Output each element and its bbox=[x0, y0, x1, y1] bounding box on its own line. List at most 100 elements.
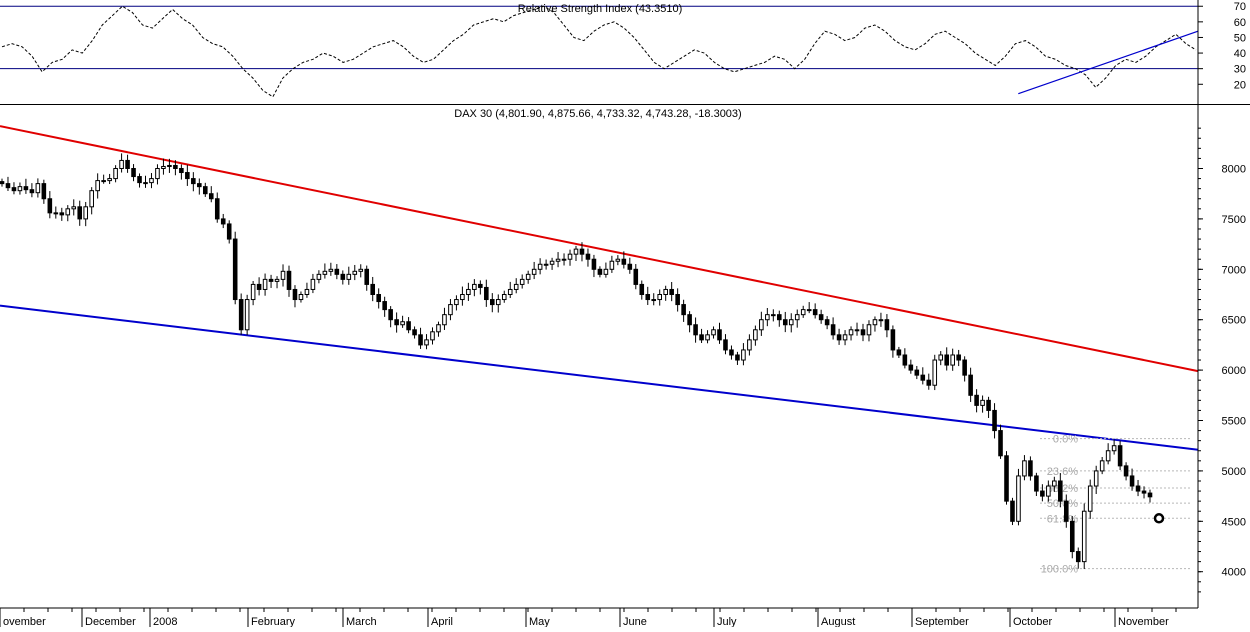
candlestick bbox=[149, 173, 154, 189]
candlestick bbox=[226, 220, 232, 244]
candlestick bbox=[59, 207, 65, 221]
candlestick bbox=[1099, 456, 1105, 475]
x-tick-label: October bbox=[1013, 616, 1052, 627]
candle-body-down bbox=[908, 364, 914, 371]
candlestick bbox=[83, 201, 89, 227]
candle-body-down bbox=[902, 354, 908, 366]
candle-body-down bbox=[1135, 485, 1141, 492]
candlestick bbox=[543, 259, 549, 270]
candlestick bbox=[818, 309, 824, 324]
candlestick bbox=[759, 311, 764, 336]
candlestick bbox=[388, 306, 393, 328]
candle-body-up bbox=[507, 288, 513, 296]
candlestick bbox=[573, 245, 579, 262]
candle-body-up bbox=[101, 180, 106, 183]
candlestick bbox=[1022, 455, 1027, 481]
candlestick bbox=[1081, 503, 1087, 569]
candle-body-up bbox=[555, 258, 561, 262]
candle-body-up bbox=[316, 273, 322, 280]
candlestick bbox=[1129, 468, 1135, 491]
candlestick bbox=[137, 173, 142, 188]
candlestick bbox=[627, 257, 633, 274]
candle-body-up bbox=[1099, 460, 1105, 472]
rsi-tick-label-70: 70 bbox=[1234, 1, 1246, 13]
candlestick bbox=[537, 258, 543, 275]
candle-body-down bbox=[639, 283, 645, 296]
candle-body-up bbox=[854, 329, 860, 332]
candlestick bbox=[1105, 443, 1111, 465]
candlestick bbox=[956, 349, 961, 367]
candle-body-down bbox=[1069, 520, 1075, 553]
candle-body-up bbox=[1046, 485, 1051, 497]
candle-body-down bbox=[226, 223, 232, 240]
candle-body-down bbox=[1063, 500, 1069, 522]
candle-body-down bbox=[968, 374, 973, 396]
candlestick bbox=[1123, 462, 1129, 481]
candlestick bbox=[370, 276, 376, 302]
candlestick bbox=[1069, 515, 1075, 559]
candle-body-up bbox=[705, 334, 710, 341]
candlestick bbox=[1135, 479, 1141, 497]
candle-body-down bbox=[376, 294, 381, 303]
candlestick bbox=[962, 356, 967, 382]
rsi-title: Relative Strength Index (43.3510) bbox=[518, 3, 683, 15]
candle-body-up bbox=[603, 268, 609, 275]
rsi-tick-label-50: 50 bbox=[1234, 32, 1246, 44]
candle-body-up bbox=[866, 324, 872, 336]
candlestick bbox=[364, 265, 370, 291]
fib-label: 0.0% bbox=[1053, 434, 1078, 446]
candle-body-up bbox=[346, 273, 352, 280]
candlestick bbox=[125, 154, 130, 173]
candlestick bbox=[645, 286, 651, 305]
candle-body-down bbox=[896, 349, 902, 356]
candlestick bbox=[250, 280, 256, 306]
candlestick bbox=[717, 322, 722, 344]
candlestick bbox=[555, 252, 561, 268]
candle-body-down bbox=[412, 329, 417, 336]
candle-body-up bbox=[711, 329, 716, 336]
candlestick bbox=[944, 347, 950, 371]
candle-body-up bbox=[304, 288, 310, 296]
candle-body-down bbox=[238, 299, 244, 331]
candle-body-up bbox=[143, 182, 148, 185]
candle-body-up bbox=[328, 268, 334, 272]
candlestick bbox=[101, 174, 106, 184]
candlestick bbox=[448, 299, 453, 321]
candle-body-up bbox=[95, 180, 100, 192]
candle-body-down bbox=[1129, 475, 1135, 487]
candle-body-down bbox=[29, 189, 35, 194]
axes: 4000 4500 5000 5500 6000 6500 7000 7500 8000 ovem… bbox=[0, 0, 1250, 628]
candle-body-down bbox=[1075, 551, 1081, 563]
candle-body-down bbox=[5, 183, 11, 189]
candle-body-down bbox=[1117, 445, 1123, 467]
candle-body-up bbox=[1087, 485, 1093, 512]
candle-body-down bbox=[1010, 500, 1015, 522]
candle-body-down bbox=[334, 268, 340, 275]
candlestick bbox=[609, 255, 615, 273]
candlestick bbox=[507, 281, 513, 299]
target-marker bbox=[1153, 513, 1165, 524]
candle-body-down bbox=[125, 159, 130, 169]
candlestick bbox=[663, 285, 668, 301]
candle-body-up bbox=[83, 206, 89, 220]
candlestick bbox=[926, 373, 932, 390]
candle-body-down bbox=[484, 286, 489, 301]
candle-body-down bbox=[131, 167, 136, 178]
candlestick bbox=[968, 367, 973, 402]
candlestick bbox=[615, 255, 621, 266]
candlestick bbox=[262, 273, 268, 296]
candlestick bbox=[848, 326, 854, 341]
candlestick bbox=[693, 317, 698, 343]
candlestick bbox=[41, 179, 47, 204]
candle-body-up bbox=[525, 273, 531, 280]
candle-body-down bbox=[669, 288, 674, 296]
candlestick bbox=[478, 280, 483, 295]
candlestick bbox=[0, 178, 5, 187]
candle-body-up bbox=[454, 299, 459, 306]
candlestick bbox=[986, 396, 991, 418]
candlestick bbox=[406, 317, 411, 334]
candlestick bbox=[1010, 497, 1015, 526]
candlestick bbox=[788, 313, 794, 333]
candlestick bbox=[220, 213, 226, 229]
candle-body-down bbox=[214, 198, 220, 220]
